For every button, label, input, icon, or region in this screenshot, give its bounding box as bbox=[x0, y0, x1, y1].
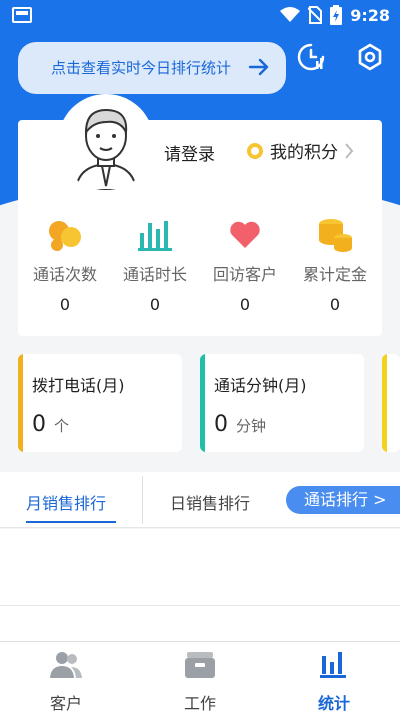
tab-call-ranking[interactable]: 通话排行 > bbox=[286, 486, 400, 514]
nav-work[interactable]: 工作 bbox=[160, 650, 240, 711]
card-unit: 分钟 bbox=[236, 417, 267, 435]
nav-customers[interactable]: 客户 bbox=[26, 650, 106, 711]
metric-call-count[interactable]: 通话次数 0 bbox=[20, 215, 110, 314]
status-bar: 9:28 bbox=[0, 0, 400, 32]
metric-call-duration[interactable]: 通话时长 0 bbox=[110, 215, 200, 314]
divider bbox=[0, 605, 400, 606]
monthly-calls-card[interactable]: 拨打电话(月) 0个 bbox=[18, 354, 182, 452]
card-unit: 个 bbox=[54, 417, 70, 435]
nav-label: 客户 bbox=[49, 694, 82, 711]
metric-value: 0 bbox=[329, 295, 341, 314]
nav-statistics[interactable]: 统计 bbox=[294, 650, 374, 711]
metric-revisit-customers[interactable]: 回访客户 0 bbox=[200, 215, 290, 314]
metric-value: 0 bbox=[59, 295, 71, 314]
card-accent-bar bbox=[18, 354, 23, 452]
my-points-label: 我的积分 bbox=[270, 143, 338, 163]
card-accent-bar bbox=[200, 354, 205, 452]
nav-label: 统计 bbox=[317, 694, 350, 711]
card-value: 0 bbox=[214, 412, 228, 437]
ranking-tabs: 月销售排行 日销售排行 通话排行 > bbox=[0, 472, 400, 528]
banner-text: 点击查看实时今日排行统计 bbox=[50, 59, 231, 77]
coin-stack-icon bbox=[319, 219, 352, 252]
metric-label: 回访客户 bbox=[212, 265, 277, 284]
metric-label: 累计定金 bbox=[302, 265, 367, 284]
monthly-minutes-card[interactable]: 通话分钟(月) 0 分钟 bbox=[200, 354, 364, 452]
stats-clock-icon[interactable] bbox=[296, 42, 326, 72]
tab-divider bbox=[142, 476, 143, 524]
screenshot-notification-icon bbox=[12, 7, 32, 23]
card-value: 0 bbox=[32, 412, 46, 437]
work-icon bbox=[185, 652, 215, 678]
heart-icon bbox=[230, 221, 260, 248]
tab-monthly-sales[interactable]: 月销售排行 bbox=[26, 490, 106, 514]
customers-icon bbox=[50, 652, 82, 678]
tab-active-indicator bbox=[26, 521, 116, 523]
battery-icon bbox=[330, 5, 343, 25]
user-avatar-icon bbox=[74, 108, 138, 190]
arrow-right-icon bbox=[248, 58, 269, 76]
metric-total-deposit[interactable]: 累计定金 0 bbox=[290, 215, 380, 314]
chevron-right-icon bbox=[345, 142, 354, 159]
call-summary-cards: 拨打电话(月) 0个 通话分钟(月) 0 分钟 bbox=[18, 354, 400, 452]
no-sim-icon bbox=[308, 6, 323, 24]
card-title: 通话分钟(月) bbox=[214, 376, 307, 395]
bar-chart-icon bbox=[138, 221, 172, 251]
metric-label: 通话次数 bbox=[32, 265, 97, 284]
status-time: 9:28 bbox=[350, 5, 390, 25]
realtime-ranking-banner[interactable]: 点击查看实时今日排行统计 bbox=[18, 42, 286, 94]
statistics-icon bbox=[320, 652, 346, 678]
card-title: 拨打电话(月) bbox=[32, 376, 125, 395]
metric-value: 0 bbox=[239, 295, 251, 314]
tab-daily-sales[interactable]: 日销售排行 bbox=[170, 490, 250, 514]
bottom-navigation: 客户 工作 统计 bbox=[0, 641, 400, 711]
coin-icon bbox=[247, 142, 263, 159]
ranking-list bbox=[0, 529, 400, 641]
metric-label: 通话时长 bbox=[122, 265, 187, 284]
login-link[interactable]: 请登录 bbox=[164, 140, 215, 165]
coins-icon bbox=[49, 221, 81, 251]
next-card-partial[interactable] bbox=[382, 354, 400, 452]
metric-value: 0 bbox=[149, 295, 161, 314]
my-points[interactable]: 我的积分 bbox=[246, 138, 354, 163]
nav-label: 工作 bbox=[183, 694, 216, 711]
avatar[interactable] bbox=[58, 94, 154, 190]
wifi-icon bbox=[280, 7, 301, 22]
card-accent-bar bbox=[382, 354, 387, 452]
settings-hexagon-icon[interactable] bbox=[355, 42, 385, 72]
